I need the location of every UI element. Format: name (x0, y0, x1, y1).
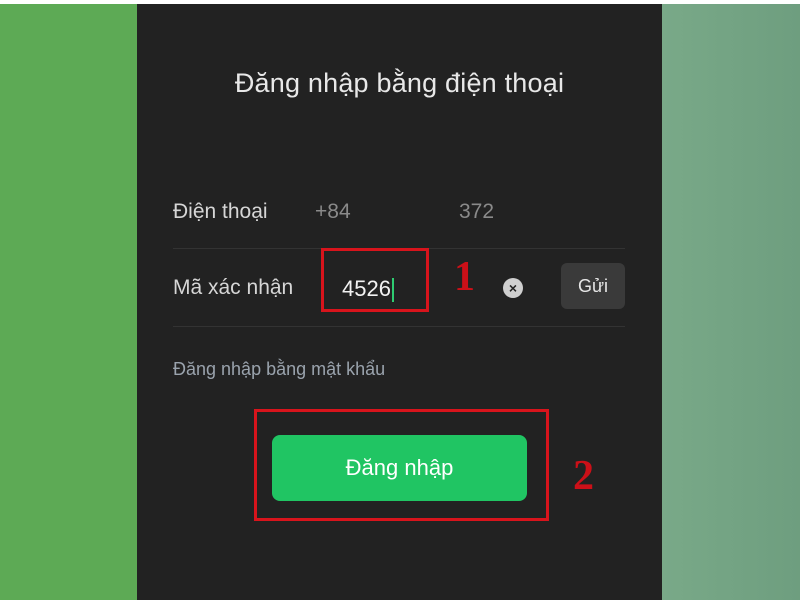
page-title: Đăng nhập bằng điện thoại (234, 68, 565, 98)
background-right (662, 4, 800, 600)
phone-number-input[interactable]: 372 (459, 200, 494, 224)
verification-code-input[interactable]: 4526 (342, 276, 394, 303)
country-code-selector[interactable]: +84 (315, 200, 351, 224)
verification-code-label: Mã xác nhận (173, 276, 294, 299)
step-2-annotation: 2 (573, 453, 594, 499)
clear-icon[interactable]: × (503, 278, 523, 298)
password-login-link[interactable]: Đăng nhập bằng mật khẩu (173, 359, 385, 380)
send-code-button[interactable]: Gửi (561, 263, 625, 309)
phone-label: Điện thoại (173, 200, 268, 223)
step-1-annotation: 1 (454, 254, 475, 300)
text-cursor-icon (391, 278, 394, 303)
divider (173, 326, 625, 327)
login-button[interactable]: Đăng nhập (272, 435, 527, 501)
verification-code-value: 4526 (342, 276, 391, 301)
login-screen: Đăng nhập bằng điện thoại Điện thoại +84… (137, 4, 662, 600)
background-left (0, 4, 137, 600)
